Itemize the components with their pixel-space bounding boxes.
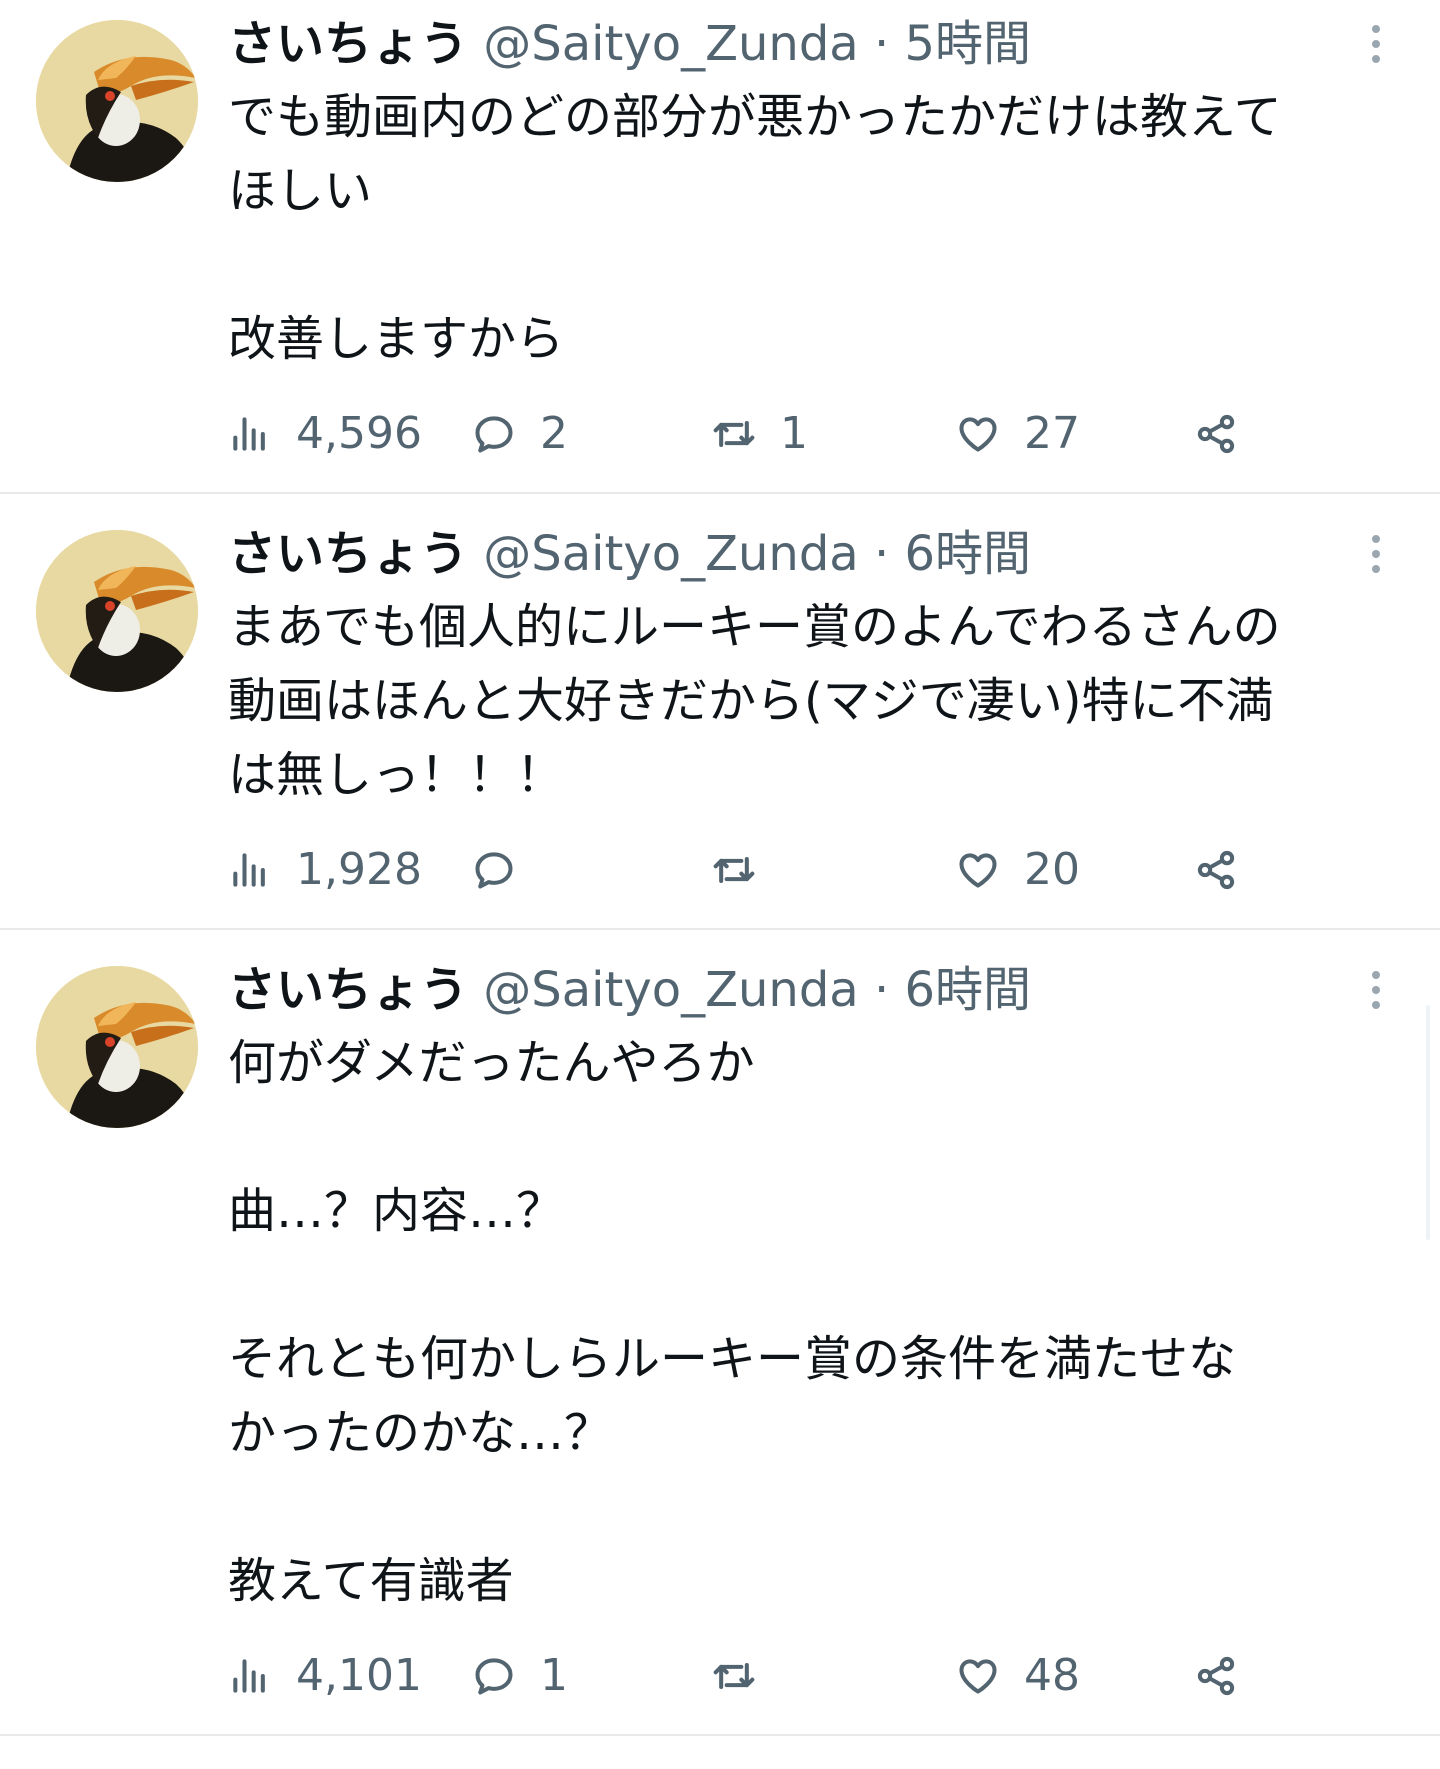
- tweet-1[interactable]: さいちょう @Saityo_Zunda · 5時間 でも動画内のどの部分が悪かっ…: [0, 0, 1440, 494]
- timestamp[interactable]: 6時間: [905, 526, 1032, 582]
- separator: ·: [873, 962, 890, 1018]
- hornbill-avatar-image: [36, 530, 198, 692]
- avatar[interactable]: [36, 966, 198, 1128]
- retweet-button[interactable]: [712, 1646, 780, 1706]
- tweet-text-line: かったのかな…？: [228, 1405, 613, 1461]
- timestamp[interactable]: 5時間: [905, 16, 1032, 72]
- handle[interactable]: @Saityo_Zunda: [483, 16, 858, 72]
- reply-button[interactable]: 2: [472, 404, 568, 464]
- separator: ·: [873, 526, 890, 582]
- heart-icon: [959, 853, 997, 888]
- speech-bubble-icon: [475, 852, 513, 889]
- reply-button[interactable]: 1: [472, 1646, 568, 1706]
- tweet-text-line: は無しっ！！！: [228, 747, 565, 803]
- tweet-text-line: まあでも個人的にルーキー賞のよんでわるさんの: [228, 599, 1281, 655]
- share-button[interactable]: [1194, 1646, 1262, 1706]
- reply-count: 1: [540, 1650, 568, 1701]
- views-count: 1,928: [296, 844, 422, 895]
- avatar[interactable]: [36, 20, 198, 182]
- more-icon[interactable]: [1352, 958, 1400, 1022]
- avatar[interactable]: [36, 530, 198, 692]
- tweet-text: 何がダメだったんやろか 曲…？内容…？ それとも何かしらルーキー賞の条件を満たせ…: [228, 1026, 1418, 1618]
- retweet-icon: [713, 420, 755, 448]
- retweet-icon: [713, 1662, 755, 1690]
- tweet-text-line: 教えて有識者: [228, 1553, 514, 1609]
- reply-button[interactable]: [472, 840, 540, 900]
- action-bar: 4,101 1 48: [228, 1646, 1368, 1706]
- tweet-header: さいちょう @Saityo_Zunda · 5時間: [228, 12, 1031, 76]
- action-bar: 4,596 2 1 27: [228, 404, 1368, 464]
- tweet-text: まあでも個人的にルーキー賞のよんでわるさんの 動画はほんと大好きだから(マジで凄…: [228, 590, 1418, 812]
- tweet-header: さいちょう @Saityo_Zunda · 6時間: [228, 522, 1031, 586]
- tweet-text: でも動画内のどの部分が悪かったかだけは教えて ほしい 改善しますから: [228, 80, 1418, 376]
- retweet-button[interactable]: 1: [712, 404, 808, 464]
- share-icon: [1197, 850, 1235, 890]
- heart-icon: [959, 1659, 997, 1694]
- retweet-count: 1: [780, 408, 808, 459]
- tweet-text-line: 改善しますから: [228, 311, 565, 367]
- speech-bubble-icon: [475, 416, 513, 453]
- more-icon[interactable]: [1352, 522, 1400, 586]
- bar-chart-icon: [233, 853, 265, 887]
- retweet-icon: [713, 856, 755, 884]
- bar-chart-icon: [233, 417, 265, 451]
- views-count: 4,101: [296, 1650, 422, 1701]
- more-icon[interactable]: [1352, 12, 1400, 76]
- speech-bubble-icon: [475, 1658, 513, 1695]
- like-button[interactable]: 27: [956, 404, 1080, 464]
- display-name[interactable]: さいちょう: [228, 962, 468, 1018]
- action-bar: 1,928 20: [228, 840, 1368, 900]
- bar-chart-icon: [233, 1659, 265, 1693]
- like-count: 27: [1024, 408, 1080, 459]
- tweet-text-line: それとも何かしらルーキー賞の条件を満たせな: [228, 1331, 1237, 1387]
- share-button[interactable]: [1194, 404, 1262, 464]
- views-count: 4,596: [296, 408, 422, 459]
- display-name[interactable]: さいちょう: [228, 526, 468, 582]
- tweet-3[interactable]: さいちょう @Saityo_Zunda · 6時間 何がダメだったんやろか 曲……: [0, 930, 1440, 1736]
- handle[interactable]: @Saityo_Zunda: [483, 962, 858, 1018]
- reply-count: 2: [540, 408, 568, 459]
- like-button[interactable]: 48: [956, 1646, 1080, 1706]
- hornbill-avatar-image: [36, 966, 198, 1128]
- share-icon: [1197, 414, 1235, 454]
- like-count: 20: [1024, 844, 1080, 895]
- retweet-button[interactable]: [712, 840, 780, 900]
- tweet-text-line: ほしい: [228, 163, 373, 219]
- display-name[interactable]: さいちょう: [228, 16, 468, 72]
- tweet-2[interactable]: さいちょう @Saityo_Zunda · 6時間 まあでも個人的にルーキー賞の…: [0, 494, 1440, 930]
- separator: ·: [873, 16, 890, 72]
- timestamp[interactable]: 6時間: [905, 962, 1032, 1018]
- views-button[interactable]: 4,596: [228, 404, 422, 464]
- tweet-text-line: でも動画内のどの部分が悪かったかだけは教えて: [228, 89, 1282, 145]
- hornbill-avatar-image: [36, 20, 198, 182]
- tweet-text-line: 何がダメだったんやろか: [228, 1035, 755, 1091]
- handle[interactable]: @Saityo_Zunda: [483, 526, 858, 582]
- divider: [0, 1734, 1440, 1736]
- like-button[interactable]: 20: [956, 840, 1080, 900]
- like-count: 48: [1024, 1650, 1080, 1701]
- share-button[interactable]: [1194, 840, 1262, 900]
- tweet-text-line: 曲…？内容…？: [228, 1183, 565, 1239]
- views-button[interactable]: 4,101: [228, 1646, 422, 1706]
- heart-icon: [959, 417, 997, 452]
- tweet-text-line: 動画はほんと大好きだから(マジで凄い)特に不満: [228, 673, 1274, 729]
- scrollbar-track[interactable]: [1426, 1005, 1430, 1240]
- share-icon: [1197, 1656, 1235, 1696]
- tweet-header: さいちょう @Saityo_Zunda · 6時間: [228, 958, 1031, 1022]
- views-button[interactable]: 1,928: [228, 840, 422, 900]
